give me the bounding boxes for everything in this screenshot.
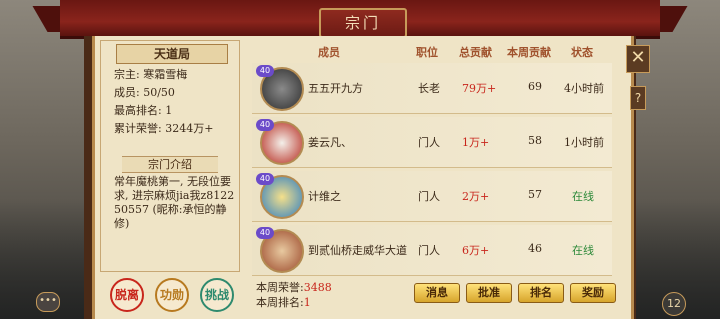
- header-status: 状态: [571, 46, 593, 59]
- member-role: 门人: [418, 136, 440, 149]
- sect-name: 天道局: [116, 44, 228, 64]
- notification-count[interactable]: 12: [662, 292, 686, 316]
- member-row[interactable]: 40 计维之 门人 2万+ 57 在线: [252, 171, 612, 222]
- week-honor-label: 本周荣誉:: [256, 281, 304, 294]
- challenge-label: 挑战: [204, 288, 229, 302]
- member-row[interactable]: 40 姜云凡、 门人 1万+ 58 1小时前: [252, 117, 612, 168]
- header-week: 本周贡献: [507, 46, 551, 59]
- header-member: 成员: [318, 46, 340, 59]
- merit-button[interactable]: 功勋: [155, 278, 189, 312]
- approve-button[interactable]: 批准: [466, 283, 512, 303]
- window-title: 宗门: [319, 8, 407, 38]
- member-row[interactable]: 40 五五开九方 长老 79万+ 69 4小时前: [252, 63, 612, 114]
- member-role: 门人: [418, 190, 440, 203]
- header-total: 总贡献: [459, 46, 492, 59]
- sect-honor: 累计荣誉: 3244万+: [114, 122, 214, 135]
- week-rank: 本周排名:1: [256, 294, 311, 310]
- member-week: 69: [528, 80, 542, 93]
- level-badge: 40: [256, 119, 274, 131]
- member-status: 在线: [572, 190, 594, 203]
- chat-icon[interactable]: •••: [36, 292, 60, 312]
- pillar-left: [84, 36, 92, 319]
- level-badge: 40: [256, 65, 274, 77]
- member-name: 到贰仙桥走威华大道: [308, 244, 407, 257]
- level-badge: 40: [256, 227, 274, 239]
- messages-button[interactable]: 消息: [414, 283, 460, 303]
- member-role: 长老: [418, 82, 440, 95]
- member-week: 57: [528, 188, 542, 201]
- sect-members: 成员: 50/50: [114, 86, 175, 99]
- sect-best-rank: 最高排名: 1: [114, 104, 173, 117]
- member-role: 门人: [418, 244, 440, 257]
- sect-intro-text: 常年魔桃第一, 无段位要求, 进宗麻烦jia我z812250557 (昵称:承恒…: [114, 175, 235, 230]
- week-honor-value: 3488: [303, 281, 332, 294]
- member-total: 79万+: [462, 82, 497, 95]
- member-week: 58: [528, 134, 542, 147]
- week-honor: 本周荣誉:3488: [256, 279, 332, 295]
- challenge-button[interactable]: 挑战: [200, 278, 234, 312]
- member-total: 1万+: [462, 136, 490, 149]
- leave-button[interactable]: 脱离: [110, 278, 144, 312]
- ranking-button[interactable]: 排名: [518, 283, 564, 303]
- level-badge: 40: [256, 173, 274, 185]
- merit-label: 功勋: [159, 288, 184, 302]
- week-rank-value: 1: [303, 296, 311, 309]
- member-row[interactable]: 40 到贰仙桥走威华大道 门人 6万+ 46 在线: [252, 225, 612, 276]
- sect-leader: 宗主: 寒霜雪梅: [114, 68, 188, 81]
- leave-label: 脱离: [114, 288, 139, 302]
- member-name: 姜云凡、: [308, 136, 352, 149]
- member-status: 4小时前: [564, 82, 604, 95]
- member-status: 在线: [572, 244, 594, 257]
- header-role: 职位: [416, 46, 438, 59]
- week-rank-label: 本周排名:: [256, 296, 304, 309]
- member-week: 46: [528, 242, 542, 255]
- sect-intro-label: 宗门介绍: [122, 156, 218, 173]
- rewards-button[interactable]: 奖励: [570, 283, 616, 303]
- member-total: 2万+: [462, 190, 490, 203]
- member-name: 五五开九方: [308, 82, 363, 95]
- member-total: 6万+: [462, 244, 490, 257]
- help-button[interactable]: ?: [630, 86, 646, 110]
- member-status: 1小时前: [564, 136, 604, 149]
- close-button[interactable]: ✕: [626, 45, 650, 73]
- member-name: 计维之: [308, 190, 341, 203]
